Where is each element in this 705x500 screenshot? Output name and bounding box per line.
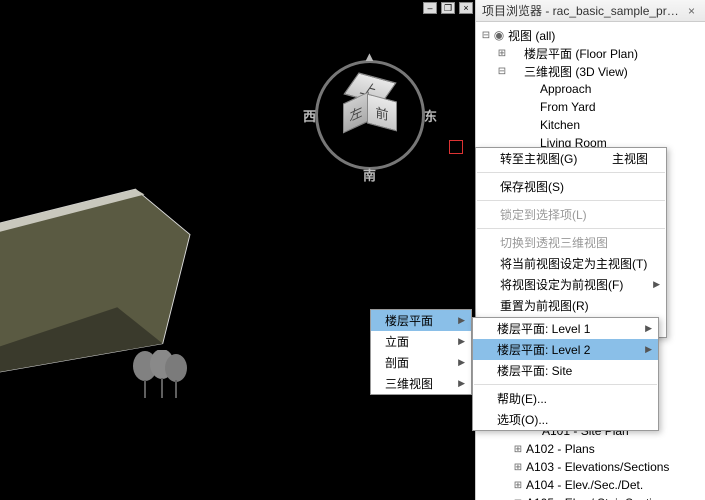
tree-twisty[interactable]: ⊟ (496, 66, 508, 77)
menu-switch-persp: 切换到透视三维视图 (476, 232, 666, 253)
menu-label: 三维视图 (385, 375, 433, 392)
chevron-right-icon: ▶ (645, 323, 652, 334)
chevron-right-icon: ▶ (458, 378, 465, 389)
tree-row[interactable]: From Yard (476, 98, 705, 116)
menu-reset-front[interactable]: 重置为前视图(R) (476, 295, 666, 316)
menu-label: 锁定到选择项(L) (500, 206, 587, 223)
submenu-3d[interactable]: 三维视图 ▶ (371, 373, 471, 394)
submenu-level2[interactable]: 楼层平面: Level 2 ▶ (473, 339, 658, 360)
menu-label: 剖面 (385, 354, 409, 371)
compass-n[interactable]: ▲ (363, 49, 376, 64)
tree-twisty[interactable]: ⊞ (496, 48, 508, 59)
tree-twisty[interactable]: ⊞ (512, 444, 524, 455)
tree-row[interactable]: Approach (476, 80, 705, 98)
menu-label: 将当前视图设定为主视图(T) (500, 255, 647, 272)
menu-label: 切换到透视三维视图 (500, 234, 608, 251)
tree-label: Approach (540, 82, 591, 96)
tree-twisty[interactable]: ⊞ (512, 480, 524, 491)
close-icon[interactable]: × (684, 4, 699, 18)
tree-label: A103 - Elevations/Sections (526, 460, 669, 474)
menu-options[interactable]: 选项(O)... (473, 409, 658, 430)
tree-label: A104 - Elev./Sec./Det. (526, 478, 643, 492)
chevron-right-icon: ▶ (653, 279, 660, 290)
menu-set-front[interactable]: 将视图设定为前视图(F) ▶ (476, 274, 666, 295)
menu-label: 重置为前视图(R) (500, 297, 589, 314)
viewcube[interactable]: ▲ 南 东 西 上 左 前 (305, 50, 435, 180)
submenu-site[interactable]: 楼层平面: Site (473, 360, 658, 381)
tree-label: A105 - Elev./ Stair Sections (526, 496, 671, 500)
menu-label: 立面 (385, 333, 409, 350)
close-button[interactable]: × (459, 2, 473, 14)
tree-row[interactable]: ⊟ 三维视图 (3D View) (476, 62, 705, 80)
selection-marker (449, 140, 463, 154)
tree-row[interactable]: ⊞A102 - Plans (476, 440, 705, 458)
menu-suffix: 主视图 (612, 150, 648, 167)
submenu-level1[interactable]: 楼层平面: Level 1 ▶ (473, 318, 658, 339)
menu-label: 楼层平面: Level 1 (497, 320, 590, 337)
menu-goto-main[interactable]: 转至主视图(G) 主视图 (476, 148, 666, 169)
menu-sep (477, 172, 665, 173)
tree-label: Kitchen (540, 118, 580, 132)
menu-set-main[interactable]: 将当前视图设定为主视图(T) (476, 253, 666, 274)
tree-row[interactable]: ⊞ 楼层平面 (Floor Plan) (476, 44, 705, 62)
menu-label: 帮助(E)... (497, 390, 547, 407)
submenu-section[interactable]: 剖面 ▶ (371, 352, 471, 373)
menu-label: 选项(O)... (497, 411, 548, 428)
tree-row[interactable]: ⊞A104 - Elev./Sec./Det. (476, 476, 705, 494)
viewport-3d[interactable]: – ❐ × ▲ 南 东 西 上 左 前 (0, 0, 475, 500)
tree-label: From Yard (540, 100, 596, 114)
tree-row[interactable]: ⊞A105 - Elev./ Stair Sections (476, 494, 705, 500)
menu-label: 转至主视图(G) (500, 150, 577, 167)
chevron-right-icon: ▶ (645, 344, 652, 355)
menu-label: 楼层平面: Site (497, 362, 572, 379)
cube-front-face[interactable]: 前 (367, 93, 397, 131)
menu-sep (477, 200, 665, 201)
tree-row[interactable]: Kitchen (476, 116, 705, 134)
tree-row[interactable]: ⊞A103 - Elevations/Sections (476, 458, 705, 476)
menu-help[interactable]: 帮助(E)... (473, 388, 658, 409)
cube[interactable]: 上 左 前 (345, 88, 395, 138)
menu-label: 将视图设定为前视图(F) (500, 276, 623, 293)
compass-e[interactable]: 东 (424, 106, 437, 125)
menu-label: 楼层平面 (385, 312, 433, 329)
tree-label: A102 - Plans (526, 442, 595, 456)
tree-label: 视图 (all) (508, 27, 555, 44)
terrain-model (0, 180, 240, 380)
menu-label: 楼层平面: Level 2 (497, 341, 590, 358)
menu-label: 保存视图(S) (500, 178, 564, 195)
submenu-elev[interactable]: 立面 ▶ (371, 331, 471, 352)
compass-s[interactable]: 南 (363, 165, 376, 184)
chevron-right-icon: ▶ (458, 336, 465, 347)
chevron-right-icon: ▶ (458, 357, 465, 368)
tree-label: 三维视图 (3D View) (524, 63, 628, 80)
menu-save-view[interactable]: 保存视图(S) (476, 176, 666, 197)
tree-icon: ◉ (492, 28, 506, 42)
submenu-floor[interactable]: 楼层平面 ▶ (371, 310, 471, 331)
tree-row[interactable]: ⊟◉视图 (all) (476, 26, 705, 44)
viewcube-context-menu: 转至主视图(G) 主视图 保存视图(S) 锁定到选择项(L) 切换到透视三维视图… (475, 147, 667, 338)
chevron-right-icon: ▶ (458, 315, 465, 326)
floor-plan-submenu: 楼层平面: Level 1 ▶ 楼层平面: Level 2 ▶ 楼层平面: Site… (472, 317, 659, 431)
compass-w[interactable]: 西 (303, 106, 316, 125)
minimize-button[interactable]: – (423, 2, 437, 14)
browser-header[interactable]: 项目浏览器 - rac_basic_sample_project.... × (476, 0, 705, 22)
tree-model (130, 350, 190, 400)
tree-twisty[interactable]: ⊞ (512, 462, 524, 473)
tree-twisty[interactable]: ⊟ (480, 30, 492, 41)
set-front-submenu: 楼层平面 ▶ 立面 ▶ 剖面 ▶ 三维视图 ▶ (370, 309, 472, 395)
menu-sep (477, 228, 665, 229)
browser-title: 项目浏览器 - rac_basic_sample_project.... (482, 2, 684, 19)
cube-left-face[interactable]: 左 (343, 91, 369, 133)
tree-label: 楼层平面 (Floor Plan) (524, 45, 638, 62)
menu-sep (474, 384, 657, 385)
window-controls: – ❐ × (423, 2, 473, 14)
menu-lock-sel: 锁定到选择项(L) (476, 204, 666, 225)
restore-button[interactable]: ❐ (441, 2, 455, 14)
